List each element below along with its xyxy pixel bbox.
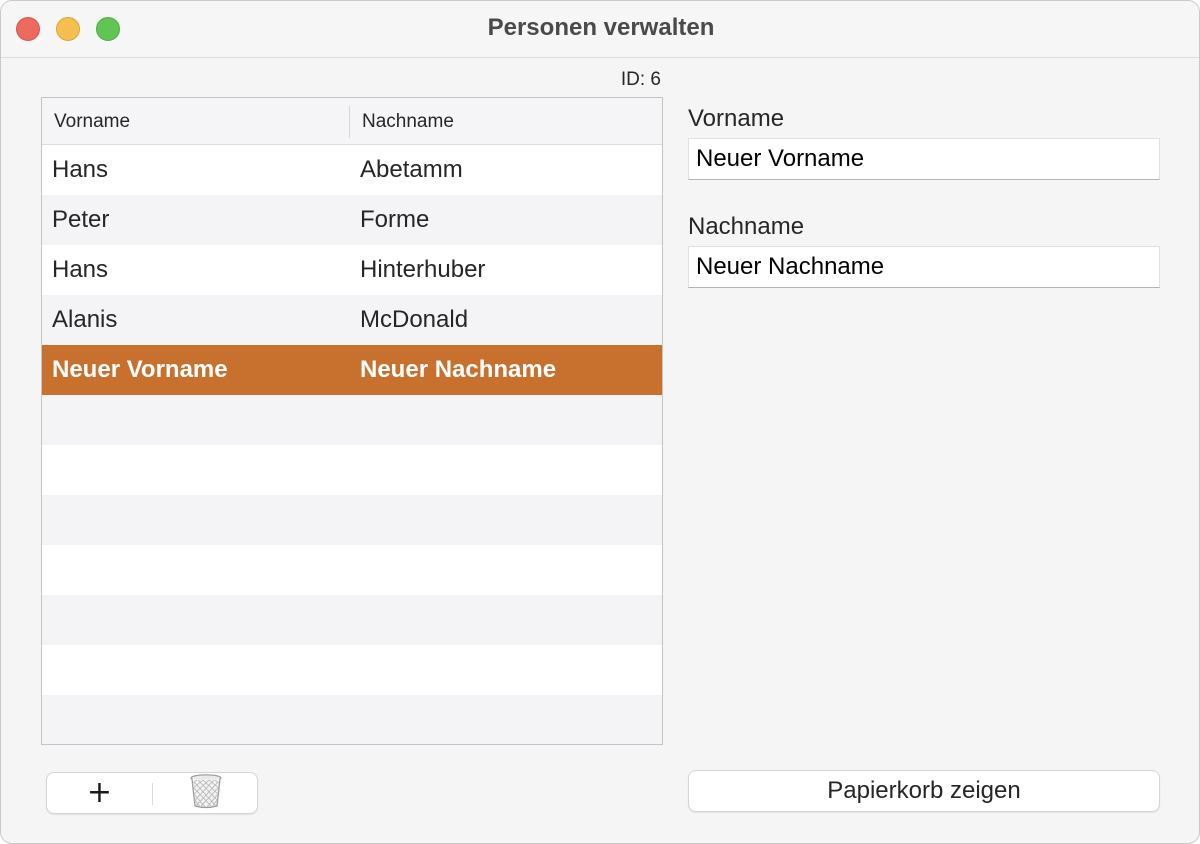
empty-row xyxy=(42,495,662,545)
empty-row xyxy=(42,645,662,695)
empty-row xyxy=(42,545,662,595)
vorname-input[interactable] xyxy=(688,138,1160,180)
cell-vorname: Peter xyxy=(52,206,110,233)
empty-row xyxy=(42,695,662,744)
empty-row xyxy=(42,595,662,645)
record-id-label: ID: 6 xyxy=(620,69,661,90)
table-row[interactable]: Hans Abetamm xyxy=(42,145,662,195)
delete-person-button[interactable] xyxy=(153,773,258,813)
show-trash-button[interactable]: Papierkorb zeigen xyxy=(688,770,1160,812)
add-person-button[interactable]: + xyxy=(47,773,152,813)
column-header-nachname[interactable]: Nachname xyxy=(362,98,454,144)
trash-icon xyxy=(189,773,223,814)
cell-nachname: Hinterhuber xyxy=(360,256,486,283)
empty-row xyxy=(42,445,662,495)
table-body: Hans Abetamm Peter Forme Hans Hinterhube… xyxy=(42,145,662,744)
persons-table[interactable]: Vorname Nachname Hans Abetamm Peter Form… xyxy=(41,97,663,745)
column-divider[interactable] xyxy=(349,106,350,138)
table-row[interactable]: Peter Forme xyxy=(42,195,662,245)
table-row[interactable]: Hans Hinterhuber xyxy=(42,245,662,295)
cell-nachname: Neuer Nachname xyxy=(360,356,557,383)
app-window: Personen verwalten ID: 6 Vorname Nachnam… xyxy=(0,0,1200,844)
vorname-label: Vorname xyxy=(688,105,785,132)
nachname-input[interactable] xyxy=(688,246,1160,288)
add-remove-control: + xyxy=(46,772,258,814)
column-header-vorname[interactable]: Vorname xyxy=(54,98,130,144)
table-row-selected[interactable]: Neuer Vorname Neuer Nachname xyxy=(42,345,662,395)
cell-vorname: Neuer Vorname xyxy=(52,356,228,383)
cell-vorname: Hans xyxy=(52,156,109,183)
table-header: Vorname Nachname xyxy=(42,98,662,145)
cell-nachname: McDonald xyxy=(360,306,469,333)
cell-vorname: Hans xyxy=(52,256,109,283)
empty-row xyxy=(42,395,662,445)
plus-icon: + xyxy=(86,775,113,810)
nachname-label: Nachname xyxy=(688,213,805,240)
window-title: Personen verwalten xyxy=(487,14,715,41)
cell-nachname: Forme xyxy=(360,206,430,233)
table-row[interactable]: Alanis McDonald xyxy=(42,295,662,345)
cell-nachname: Abetamm xyxy=(360,156,463,183)
title-bar: Personen verwalten xyxy=(1,1,1199,58)
cell-vorname: Alanis xyxy=(52,306,118,333)
